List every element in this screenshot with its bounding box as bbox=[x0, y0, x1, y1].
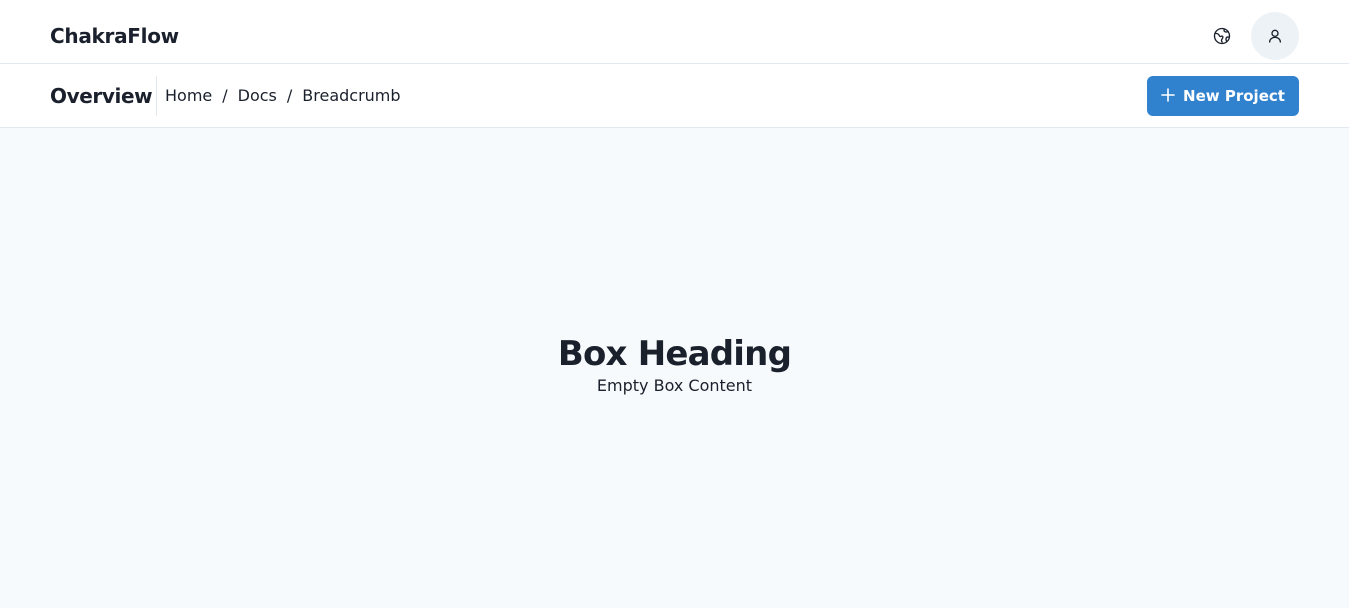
breadcrumb-item-current: Breadcrumb bbox=[302, 86, 401, 105]
breadcrumb-item-docs[interactable]: Docs bbox=[238, 84, 277, 108]
page-header: Overview Home / Docs / Breadcrumb New Pr… bbox=[0, 64, 1349, 128]
top-navbar: ChakraFlow bbox=[0, 0, 1349, 64]
user-icon bbox=[1269, 29, 1281, 43]
title-divider bbox=[156, 76, 157, 116]
plus-icon bbox=[1161, 85, 1175, 105]
breadcrumb-separator: / bbox=[286, 86, 293, 105]
box-content: Empty Box Content bbox=[596, 376, 753, 395]
empty-box: Box Heading Empty Box Content bbox=[0, 330, 1349, 397]
brand-logo[interactable]: ChakraFlow bbox=[50, 22, 179, 50]
breadcrumb-item-home[interactable]: Home bbox=[165, 84, 212, 108]
language-button[interactable] bbox=[1202, 16, 1242, 56]
new-project-button[interactable]: New Project bbox=[1147, 76, 1299, 116]
user-avatar-button[interactable] bbox=[1251, 12, 1299, 60]
page-title: Overview bbox=[50, 84, 153, 108]
breadcrumb: Home / Docs / Breadcrumb bbox=[165, 84, 401, 108]
main-content: Box Heading Empty Box Content bbox=[0, 128, 1349, 608]
box-heading: Box Heading bbox=[557, 334, 792, 374]
breadcrumb-separator: / bbox=[222, 86, 228, 105]
globe-icon bbox=[1213, 27, 1231, 45]
new-project-label: New Project bbox=[1183, 87, 1285, 105]
